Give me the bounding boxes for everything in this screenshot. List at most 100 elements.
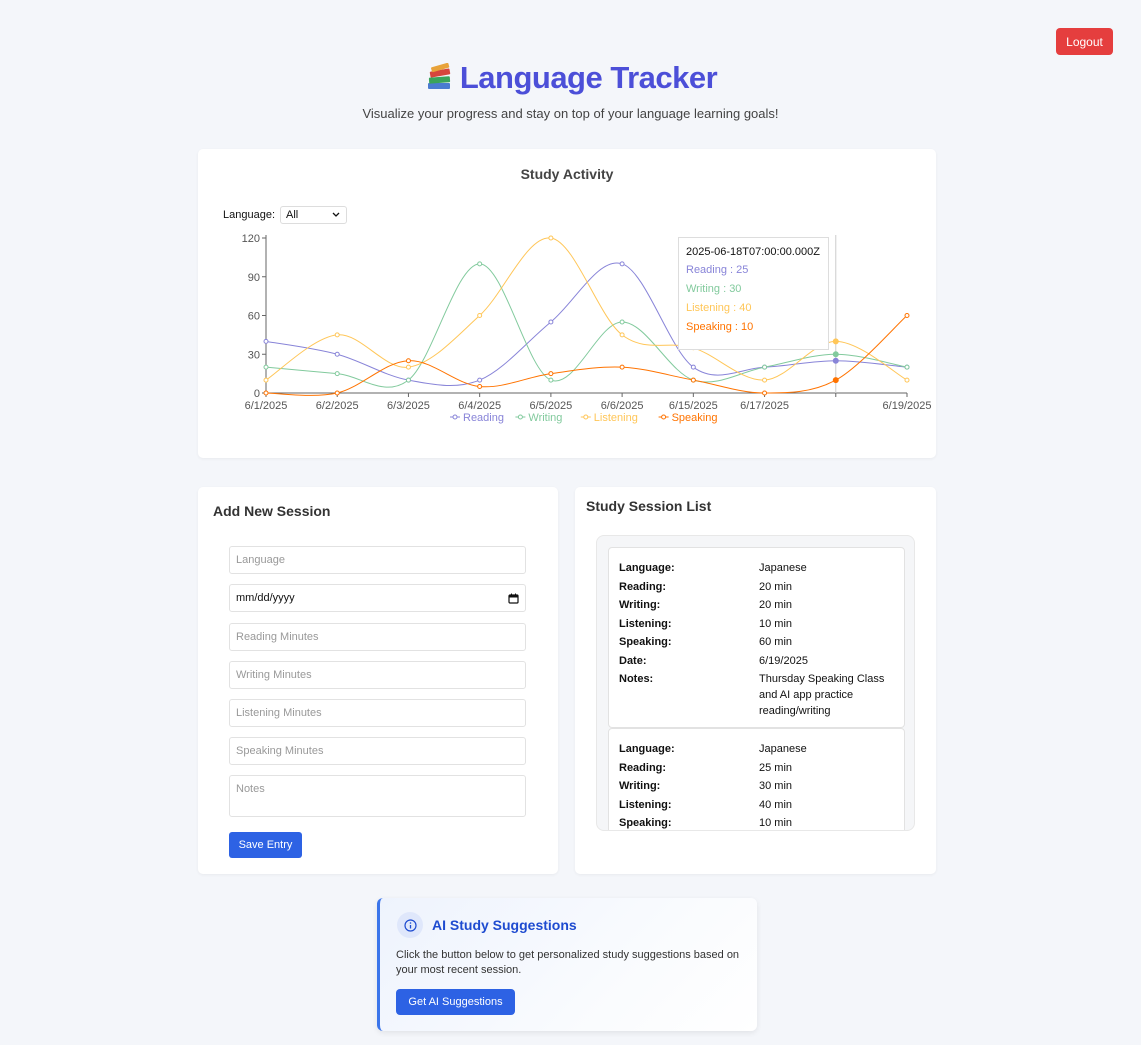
entry-row: Writing: 20 min xyxy=(619,596,894,615)
data-point-listening xyxy=(477,313,483,318)
tooltip-reading: Reading : 25 xyxy=(686,264,749,276)
entry-key: Reading: xyxy=(619,580,667,593)
entry-key: Speaking: xyxy=(619,636,672,648)
language-filter: Language: All xyxy=(223,206,347,224)
entry-row: Language: Japanese xyxy=(619,740,894,759)
entry-value: 60 min xyxy=(759,636,793,648)
entry-key: Writing: xyxy=(619,780,661,792)
data-point-speaking xyxy=(832,377,839,384)
entry-value: Japanese xyxy=(759,743,807,755)
legend-label-speaking: Speaking xyxy=(672,412,718,424)
legend-marker-writing xyxy=(517,414,523,420)
entry-value: 10 min xyxy=(759,817,793,829)
tooltip-writing: Writing : 30 xyxy=(686,283,742,295)
save-entry-button[interactable]: Save Entry xyxy=(229,832,302,858)
entry-key: Speaking: xyxy=(619,817,672,829)
entry-row: Reading: 25 min xyxy=(619,759,894,778)
x-tick-label: 6/2/2025 xyxy=(316,400,359,412)
data-point-writing xyxy=(477,261,483,267)
data-point-speaking xyxy=(263,390,269,396)
chart-tooltip: 2025-06-18T07:00:00.000Z Reading : 25 Wr… xyxy=(678,237,829,350)
legend-marker-reading xyxy=(452,414,458,420)
data-point-speaking xyxy=(619,364,625,370)
legend-label-reading: Reading xyxy=(463,412,504,424)
session-list-card: Study Session List Language: Japanese Rea… xyxy=(575,487,936,874)
x-tick-label: 6/19/2025 xyxy=(883,400,932,412)
entry-value: 30 min xyxy=(759,780,793,792)
session-list-scroll[interactable]: Language: Japanese Reading: 20 min Writing… xyxy=(596,535,915,831)
session-entry: Language: Japanese Reading: 20 min Writing… xyxy=(608,547,905,728)
page-header: Language Tracker Visualize your progress… xyxy=(0,60,1141,121)
data-point-reading xyxy=(832,357,839,364)
entry-row: Writing: 30 min xyxy=(619,777,894,796)
language-filter-select[interactable]: All xyxy=(280,206,347,224)
entry-value: Japanese xyxy=(759,562,807,574)
add-session-title: Add New Session xyxy=(213,503,331,519)
date-input[interactable]: mm/dd/yyyy xyxy=(229,584,526,612)
study-activity-card: 0 30 60 90 120 6/1/2025 6/2/2025 6/3/2025 6/4/20… xyxy=(198,149,936,458)
data-point-speaking xyxy=(477,384,483,390)
data-point-listening xyxy=(548,235,554,241)
entry-key: Listening: xyxy=(619,617,672,630)
entry-row: Reading: 20 min xyxy=(619,578,894,597)
y-tick-label: 90 xyxy=(248,272,260,284)
y-tick-label: 30 xyxy=(248,349,260,361)
entry-key: Notes: xyxy=(619,673,654,685)
tooltip-speaking: Speaking : 10 xyxy=(686,321,754,333)
y-tick-label: 0 xyxy=(254,388,260,400)
data-point-listening xyxy=(263,377,269,383)
data-point-writing xyxy=(762,364,768,370)
data-point-reading xyxy=(263,338,269,344)
data-point-reading xyxy=(334,351,340,357)
entry-value: 25 min xyxy=(759,761,793,774)
chart-title: Study Activity xyxy=(520,166,614,182)
entry-row: Listening: 10 min xyxy=(619,615,894,634)
legend-label-writing: Writing xyxy=(528,412,562,424)
get-ai-suggestions-button[interactable]: Get AI Suggestions xyxy=(396,989,515,1015)
entry-key: Language: xyxy=(619,562,675,574)
entry-row: Date: 6/19/2025 xyxy=(619,652,894,671)
tooltip-date: 2025-06-18T07:00:00.000Z xyxy=(686,246,820,258)
calendar-icon[interactable] xyxy=(508,593,519,604)
logout-button[interactable]: Logout xyxy=(1056,28,1113,55)
y-tick-label: 60 xyxy=(248,311,260,323)
tooltip-listening: Listening : 40 xyxy=(686,302,752,314)
reading-minutes-input[interactable]: Reading Minutes xyxy=(229,623,526,651)
data-point-speaking xyxy=(904,313,910,318)
data-point-listening xyxy=(832,338,839,345)
entry-key: Writing: xyxy=(619,599,661,611)
entry-row: Speaking: 10 min xyxy=(619,814,894,830)
listening-minutes-input[interactable]: Listening Minutes xyxy=(229,699,526,727)
ai-suggestions-card: AI Study Suggestions Click the button be… xyxy=(377,898,757,1031)
data-point-listening xyxy=(762,377,768,383)
data-point-reading xyxy=(548,319,554,325)
add-session-card: Add New Session Language mm/dd/yyyy Read… xyxy=(198,487,558,874)
entry-value: 20 min xyxy=(759,599,793,611)
notes-textarea[interactable]: Notes xyxy=(229,775,526,817)
language-input[interactable]: Language xyxy=(229,546,526,574)
entry-value: 10 min xyxy=(759,617,793,630)
entry-row: Listening: 40 min xyxy=(619,796,894,815)
x-tick-label: 6/17/2025 xyxy=(740,400,789,412)
ai-suggestions-description: Click the button below to get personaliz… xyxy=(396,949,740,976)
entry-row: Language: Japanese xyxy=(619,559,894,578)
session-list-title: Study Session List xyxy=(586,498,712,514)
data-point-writing xyxy=(263,364,269,370)
data-point-speaking xyxy=(762,390,768,396)
data-point-listening xyxy=(619,332,625,338)
writing-minutes-input[interactable]: Writing Minutes xyxy=(229,661,526,689)
x-tick-label: 6/4/2025 xyxy=(458,400,501,412)
data-point-reading xyxy=(477,377,483,383)
speaking-minutes-input[interactable]: Speaking Minutes xyxy=(229,737,526,765)
legend-marker-speaking xyxy=(661,414,667,420)
entry-key: Reading: xyxy=(619,761,667,774)
x-tick-label: 6/6/2025 xyxy=(601,400,644,412)
data-point-writing xyxy=(548,377,554,383)
data-point-speaking xyxy=(405,358,411,364)
data-point-writing xyxy=(619,319,625,325)
data-point-speaking xyxy=(334,390,340,396)
data-point-writing xyxy=(405,377,411,383)
legend-marker-listening xyxy=(583,414,589,420)
entry-value: 40 min xyxy=(759,798,793,811)
data-point-listening xyxy=(904,377,910,383)
